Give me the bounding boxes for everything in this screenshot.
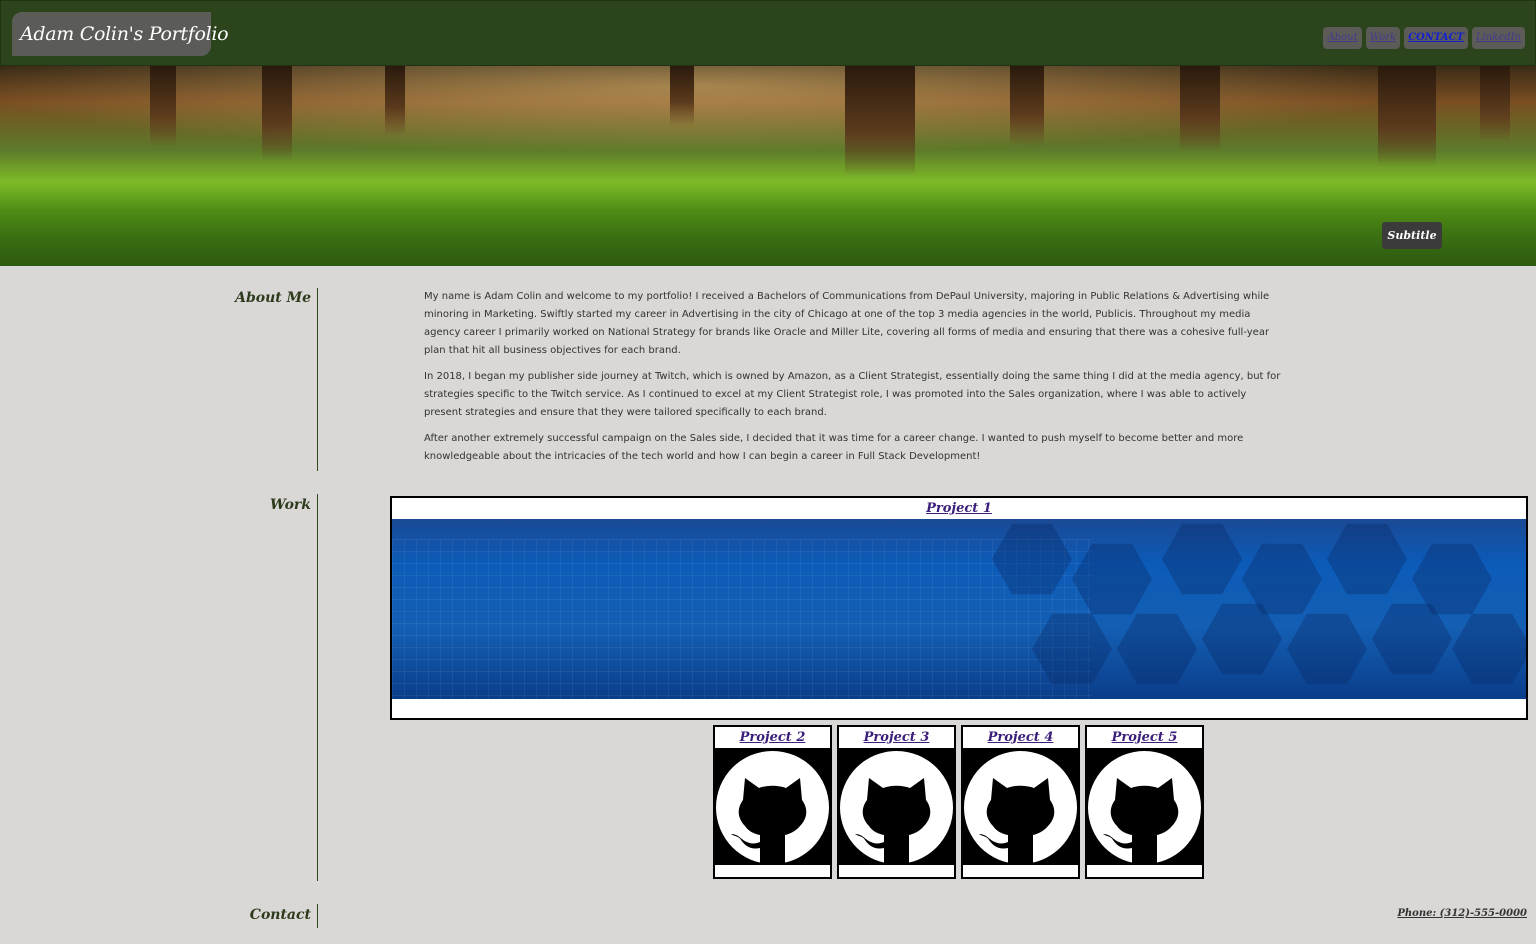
tree-trunk	[262, 66, 292, 161]
about-paragraph: In 2018, I began my publisher side journ…	[424, 371, 1281, 418]
project-card[interactable]: Project 1	[390, 496, 1528, 720]
site-title[interactable]: Adam Colin's Portfolio	[12, 12, 229, 56]
tree-trunk	[150, 66, 176, 146]
nav-link-work[interactable]: Work	[1365, 27, 1401, 49]
site-header: Adam Colin's Portfolio About Work CONTAC…	[0, 0, 1536, 66]
nav-link-contact[interactable]: CONTACT	[1404, 27, 1468, 49]
section-divider	[317, 288, 318, 471]
contact-heading: Contact	[249, 907, 311, 923]
github-octocat-icon[interactable]	[839, 748, 954, 865]
phone-link[interactable]: Phone: (312)-555-0000	[1397, 908, 1527, 919]
hero-subtitle-badge: Subtitle	[1382, 222, 1442, 249]
github-octocat-icon[interactable]	[715, 748, 830, 865]
section-divider	[317, 904, 318, 928]
main-nav: About Work CONTACT LinkedIn	[1323, 27, 1525, 49]
hero-banner-image: Subtitle	[0, 66, 1536, 266]
project-link[interactable]: Project 5	[1087, 727, 1202, 748]
project-card[interactable]: Project 2	[713, 725, 832, 879]
project-link[interactable]: Project 1	[392, 498, 1526, 519]
project-link[interactable]: Project 3	[839, 727, 954, 748]
tree-trunk	[845, 66, 915, 176]
nav-link-about[interactable]: About	[1323, 27, 1362, 49]
nav-link-linkedin[interactable]: LinkedIn	[1471, 27, 1525, 49]
project-image[interactable]	[392, 519, 1526, 699]
section-divider	[317, 494, 318, 881]
about-paragraph: After another extremely successful campa…	[424, 433, 1244, 462]
tree-trunk	[1480, 66, 1510, 141]
project-link[interactable]: Project 2	[715, 727, 830, 748]
work-heading: Work	[270, 497, 311, 513]
project-card[interactable]: Project 5	[1085, 725, 1204, 879]
tree-trunk	[670, 66, 694, 126]
tree-trunk	[1378, 66, 1436, 166]
github-octocat-icon[interactable]	[1087, 748, 1202, 865]
about-text: My name is Adam Colin and welcome to my …	[424, 288, 1284, 474]
about-heading: About Me	[235, 290, 311, 306]
about-paragraph: My name is Adam Colin and welcome to my …	[424, 291, 1270, 356]
project-card[interactable]: Project 3	[837, 725, 956, 879]
github-octocat-icon[interactable]	[963, 748, 1078, 865]
tree-trunk	[1180, 66, 1220, 151]
project-link[interactable]: Project 4	[963, 727, 1078, 748]
tree-trunk	[1010, 66, 1044, 146]
tree-trunk	[385, 66, 405, 136]
project-card[interactable]: Project 4	[961, 725, 1080, 879]
